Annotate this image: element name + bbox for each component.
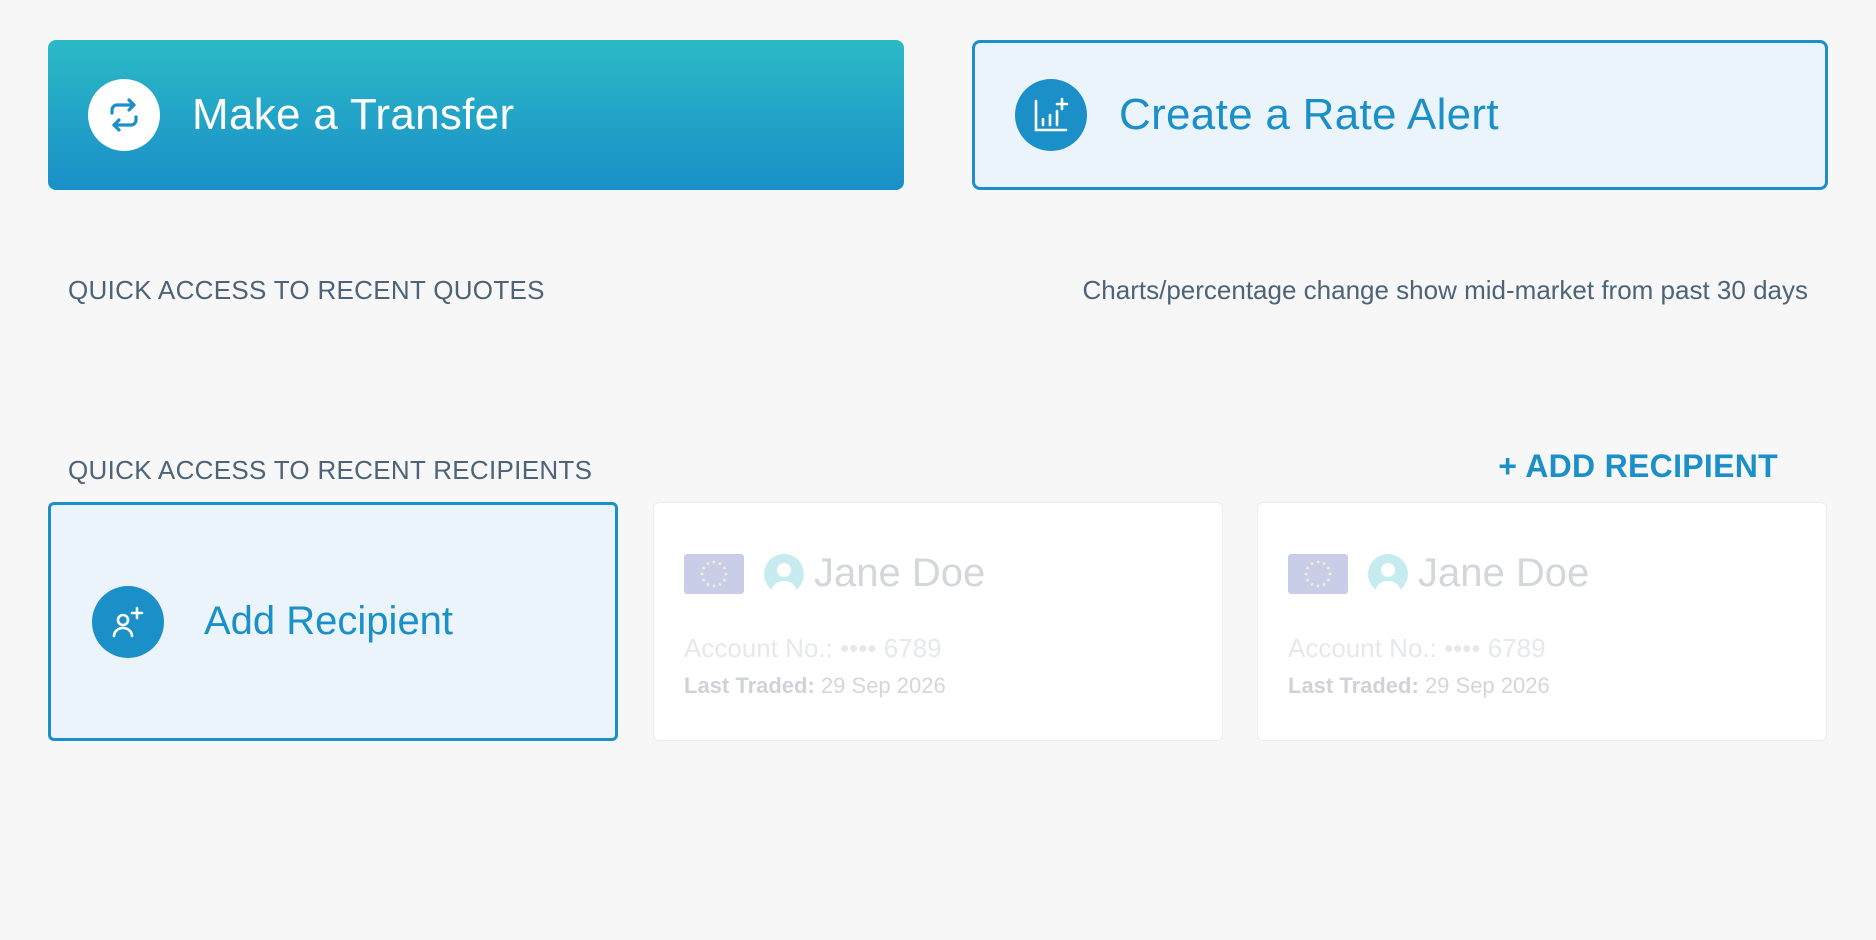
recipient-name: Jane Doe <box>1418 551 1590 595</box>
recipient-card[interactable]: Jane Doe Account No.: •••• 6789 Last Tra… <box>1257 502 1827 741</box>
last-traded-label: Last Traded: <box>684 673 815 698</box>
make-transfer-button[interactable]: Make a Transfer <box>48 40 904 190</box>
recipient-account: Account No.: •••• 6789 <box>1288 633 1546 663</box>
add-recipient-card-label: Add Recipient <box>204 599 454 643</box>
last-traded-label: Last Traded: <box>1288 673 1419 698</box>
chart-plus-icon <box>1015 79 1087 151</box>
quotes-chart-note: Charts/percentage change show mid-market… <box>1082 275 1808 305</box>
recent-quotes-heading: QUICK ACCESS TO RECENT QUOTES <box>68 275 545 305</box>
create-rate-alert-button[interactable]: Create a Rate Alert <box>972 40 1828 190</box>
recipient-name: Jane Doe <box>814 551 986 595</box>
recipient-account: Account No.: •••• 6789 <box>684 633 942 663</box>
recent-recipients-heading: QUICK ACCESS TO RECENT RECIPIENTS <box>68 455 593 485</box>
recipient-last-traded: Last Traded: 29 Sep 2026 <box>1288 673 1550 699</box>
last-traded-value: 29 Sep 2026 <box>1424 673 1550 698</box>
add-recipient-card[interactable]: Add Recipient <box>48 502 618 741</box>
add-recipient-link[interactable]: + ADD RECIPIENT <box>1498 448 1778 485</box>
person-icon <box>764 553 804 594</box>
last-traded-value: 29 Sep 2026 <box>820 673 946 698</box>
make-transfer-label: Make a Transfer <box>192 90 515 139</box>
transfer-arrows-icon <box>88 79 160 151</box>
recipient-last-traded: Last Traded: 29 Sep 2026 <box>684 673 946 699</box>
create-rate-alert-label: Create a Rate Alert <box>1119 90 1499 139</box>
add-user-icon <box>92 585 164 658</box>
recipient-card[interactable]: Jane Doe Account No.: •••• 6789 Last Tra… <box>653 502 1223 741</box>
eu-flag-icon <box>1288 553 1348 594</box>
person-icon <box>1368 553 1408 594</box>
eu-flag-icon <box>684 553 744 594</box>
